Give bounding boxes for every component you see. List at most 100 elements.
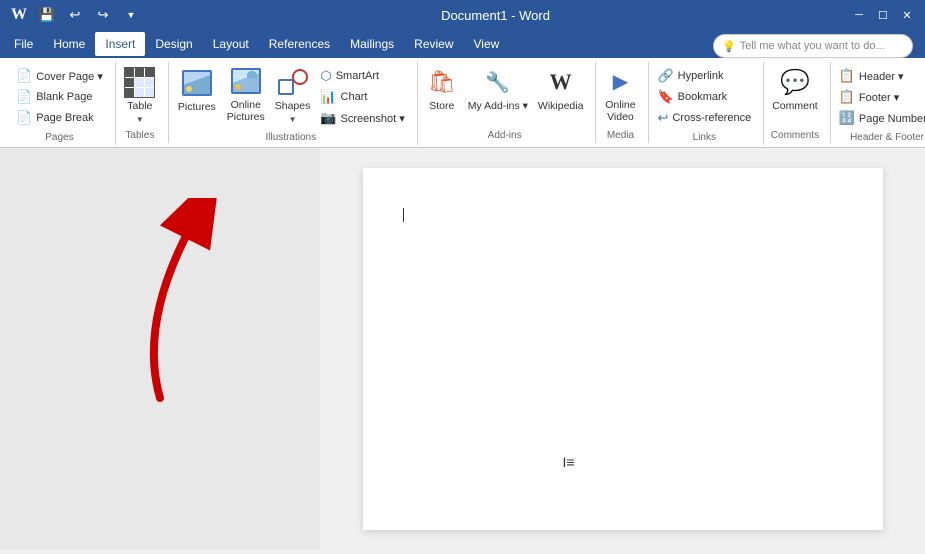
chart-button[interactable]: 📊 Chart <box>316 87 408 107</box>
blank-page-icon: 📄 <box>16 89 32 105</box>
table-grid-icon <box>124 67 155 98</box>
header-button[interactable]: 📋 Header ▾ <box>835 66 925 86</box>
online-pictures-icon <box>230 66 262 97</box>
screenshot-icon: 📷 <box>320 110 336 126</box>
tell-me-input[interactable]: 💡 Tell me what you want to do... <box>713 34 913 58</box>
hyperlink-label: Hyperlink <box>678 70 724 82</box>
lightbulb-icon: 💡 <box>722 40 736 53</box>
text-cursor-2: I≡ <box>563 454 575 470</box>
menu-view[interactable]: View <box>464 32 510 56</box>
cover-page-icon: 📄 <box>16 68 32 84</box>
cover-page-button[interactable]: 📄 Cover Page ▾ <box>12 66 107 86</box>
header-footer-col: 📋 Header ▾ 📋 Footer ▾ 🔢 Page Number ▾ <box>835 64 925 128</box>
cross-reference-label: Cross-reference <box>672 112 751 124</box>
customize-quick-access[interactable]: ▼ <box>120 4 142 26</box>
text-cursor <box>403 208 404 222</box>
wikipedia-label: Wikipedia <box>538 100 584 113</box>
bookmark-icon: 🔖 <box>657 89 673 105</box>
page-break-label: Page Break <box>36 112 93 124</box>
tables-group-label: Tables <box>120 126 160 143</box>
minimize-button[interactable]: ─ <box>849 5 869 25</box>
illustrations-small-buttons: ⬡ SmartArt 📊 Chart 📷 Screenshot ▾ <box>316 64 408 128</box>
header-icon: 📋 <box>839 68 855 84</box>
links-col: 🔗 Hyperlink 🔖 Bookmark ↩ Cross-reference <box>653 64 755 128</box>
shapes-label: Shapes <box>275 100 311 113</box>
comment-button[interactable]: 💬 Comment <box>768 64 822 126</box>
word-icon: W <box>8 4 30 26</box>
menu-bar: File Home Insert Design Layout Reference… <box>0 30 925 58</box>
menu-review[interactable]: Review <box>404 32 463 56</box>
menu-references[interactable]: References <box>259 32 340 56</box>
document-sidebar <box>0 148 320 550</box>
document-page[interactable]: I≡ <box>363 168 883 530</box>
tell-me-section: 💡 Tell me what you want to do... <box>705 30 921 58</box>
redo-button[interactable]: ↪ <box>92 4 114 26</box>
links-buttons: 🔗 Hyperlink 🔖 Bookmark ↩ Cross-reference <box>653 62 755 128</box>
pictures-button[interactable]: Pictures <box>173 64 221 126</box>
media-buttons: ▶ OnlineVideo <box>600 62 640 126</box>
online-video-icon: ▶ <box>604 66 636 97</box>
shapes-button[interactable]: Shapes ▼ <box>271 64 315 126</box>
footer-button[interactable]: 📋 Footer ▾ <box>835 87 925 107</box>
save-button[interactable]: 💾 <box>36 4 58 26</box>
screenshot-label: Screenshot ▾ <box>341 112 405 125</box>
menu-insert[interactable]: Insert <box>95 32 145 56</box>
quick-access-toolbar: W 💾 ↩ ↪ ▼ <box>8 4 142 26</box>
table-icon <box>124 66 156 98</box>
links-group-label: Links <box>653 128 755 145</box>
media-group-label: Media <box>600 126 640 143</box>
chart-icon: 📊 <box>320 89 336 105</box>
ribbon-group-header-footer: 📋 Header ▾ 📋 Footer ▾ 🔢 Page Number ▾ He… <box>831 62 925 145</box>
header-footer-buttons: 📋 Header ▾ 📋 Footer ▾ 🔢 Page Number ▾ <box>835 62 925 128</box>
menu-layout[interactable]: Layout <box>203 32 259 56</box>
online-video-button[interactable]: ▶ OnlineVideo <box>600 64 640 126</box>
my-addins-label: My Add-ins ▾ <box>468 100 528 113</box>
document-title: Document1 - Word <box>142 8 849 23</box>
page-break-button[interactable]: 📄 Page Break <box>12 108 107 128</box>
my-addins-button[interactable]: 🔧 My Add-ins ▾ <box>464 64 532 126</box>
footer-icon: 📋 <box>839 89 855 105</box>
window-controls: ─ ☐ ✕ <box>849 5 917 25</box>
menu-file[interactable]: File <box>4 32 43 56</box>
ribbon: 📄 Cover Page ▾ 📄 Blank Page 📄 Page Break… <box>0 58 925 148</box>
smartart-button[interactable]: ⬡ SmartArt <box>316 66 408 86</box>
undo-button[interactable]: ↩ <box>64 4 86 26</box>
store-label: Store <box>429 100 454 113</box>
menu-design[interactable]: Design <box>145 32 202 56</box>
store-icon: 🛍 <box>426 66 458 98</box>
document-page-area[interactable]: I≡ <box>320 148 925 550</box>
page-number-icon: 🔢 <box>839 110 855 126</box>
hyperlink-icon: 🔗 <box>657 68 673 84</box>
comment-icon: 💬 <box>779 66 811 98</box>
close-button[interactable]: ✕ <box>897 5 917 25</box>
header-footer-group-label: Header & Footer <box>835 128 925 145</box>
ribbon-group-links: 🔗 Hyperlink 🔖 Bookmark ↩ Cross-reference… <box>649 62 764 145</box>
screenshot-button[interactable]: 📷 Screenshot ▾ <box>316 108 408 128</box>
menu-home[interactable]: Home <box>43 32 95 56</box>
header-label: Header ▾ <box>859 70 904 83</box>
wikipedia-button[interactable]: W Wikipedia <box>534 64 588 126</box>
comments-buttons: 💬 Comment <box>768 62 822 126</box>
table-label: Table <box>127 100 152 113</box>
cross-reference-button[interactable]: ↩ Cross-reference <box>653 108 755 128</box>
footer-label: Footer ▾ <box>859 91 899 104</box>
page-break-icon: 📄 <box>16 110 32 126</box>
pictures-label: Pictures <box>178 101 216 114</box>
page-number-button[interactable]: 🔢 Page Number ▾ <box>835 108 925 128</box>
ribbon-group-pages: 📄 Cover Page ▾ 📄 Blank Page 📄 Page Break… <box>8 62 116 145</box>
menu-mailings[interactable]: Mailings <box>340 32 404 56</box>
ribbon-group-addins: 🛍 Store 🔧 My Add-ins ▾ W Wikipedia Add-i… <box>418 62 597 143</box>
hyperlink-button[interactable]: 🔗 Hyperlink <box>653 66 755 86</box>
table-button[interactable]: Table ▼ <box>120 64 160 126</box>
cover-page-label: Cover Page ▾ <box>36 70 103 83</box>
addins-buttons: 🛍 Store 🔧 My Add-ins ▾ W Wikipedia <box>422 62 588 126</box>
bookmark-button[interactable]: 🔖 Bookmark <box>653 87 755 107</box>
online-video-label: OnlineVideo <box>605 99 635 124</box>
store-button[interactable]: 🛍 Store <box>422 64 462 126</box>
online-pictures-button[interactable]: OnlinePictures <box>223 64 269 126</box>
illustrations-group-label: Illustrations <box>173 128 409 145</box>
page-number-label: Page Number ▾ <box>859 112 925 125</box>
blank-page-label: Blank Page <box>36 91 92 103</box>
restore-button[interactable]: ☐ <box>873 5 893 25</box>
blank-page-button[interactable]: 📄 Blank Page <box>12 87 107 107</box>
